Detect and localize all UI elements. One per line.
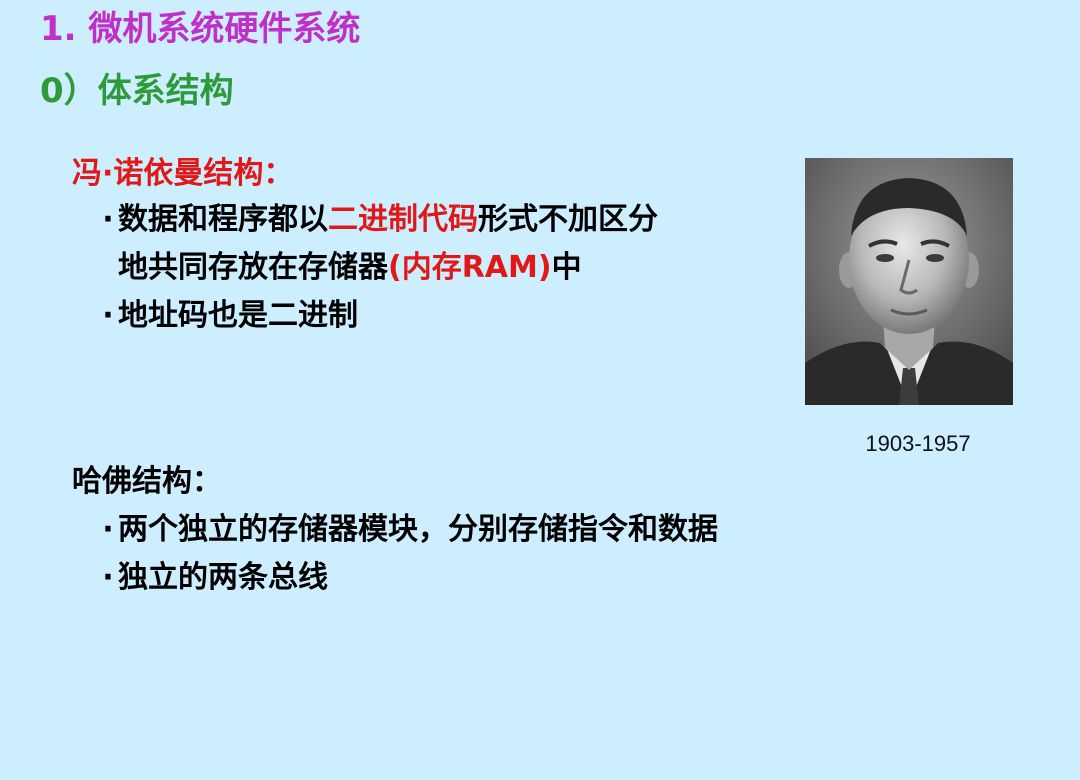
slide-title: 1. 微机系统硬件系统 — [40, 9, 361, 49]
portrait-photo — [805, 158, 1013, 405]
portrait-caption: 1903-1957 — [865, 431, 971, 456]
bullet-1-text-a: 数据和程序都以 — [118, 202, 328, 237]
von-neumann-bullet-1-continued: 地共同存放在存储器(内存RAM)中 — [118, 246, 582, 290]
bullet-2-text: 地址码也是二进制 — [118, 298, 358, 333]
von-neumann-bullet-2: · 地址码也是二进制 — [98, 294, 358, 338]
section-subtitle: 0）体系结构 — [40, 71, 234, 111]
ram-highlight: (内存RAM) — [388, 250, 552, 285]
harvard-bullet-2-text: 独立的两条总线 — [118, 560, 328, 595]
portrait-image — [805, 158, 1013, 405]
bullet-1-text-b: 形式不加区分 — [478, 202, 658, 237]
bullet-dot: · — [102, 560, 114, 595]
harvard-bullet-1: · 两个独立的存储器模块，分别存储指令和数据 — [98, 508, 718, 552]
von-neumann-heading: 冯·诺依曼结构： — [72, 156, 294, 191]
bullet-dot: · — [102, 512, 114, 547]
bullet-1-line2-text-a: 地共同存放在存储器 — [118, 250, 388, 285]
harvard-heading: 哈佛结构： — [72, 464, 222, 499]
von-neumann-bullet-1: · 数据和程序都以二进制代码形式不加区分 — [98, 198, 658, 242]
harvard-bullet-2: · 独立的两条总线 — [98, 556, 328, 600]
bullet-1-line2-text-b: 中 — [551, 250, 582, 285]
bullet-dot: · — [102, 202, 114, 237]
harvard-bullet-1-text: 两个独立的存储器模块，分别存储指令和数据 — [118, 512, 718, 547]
bullet-dot: · — [102, 298, 114, 333]
binary-code-highlight: 二进制代码 — [328, 202, 478, 237]
